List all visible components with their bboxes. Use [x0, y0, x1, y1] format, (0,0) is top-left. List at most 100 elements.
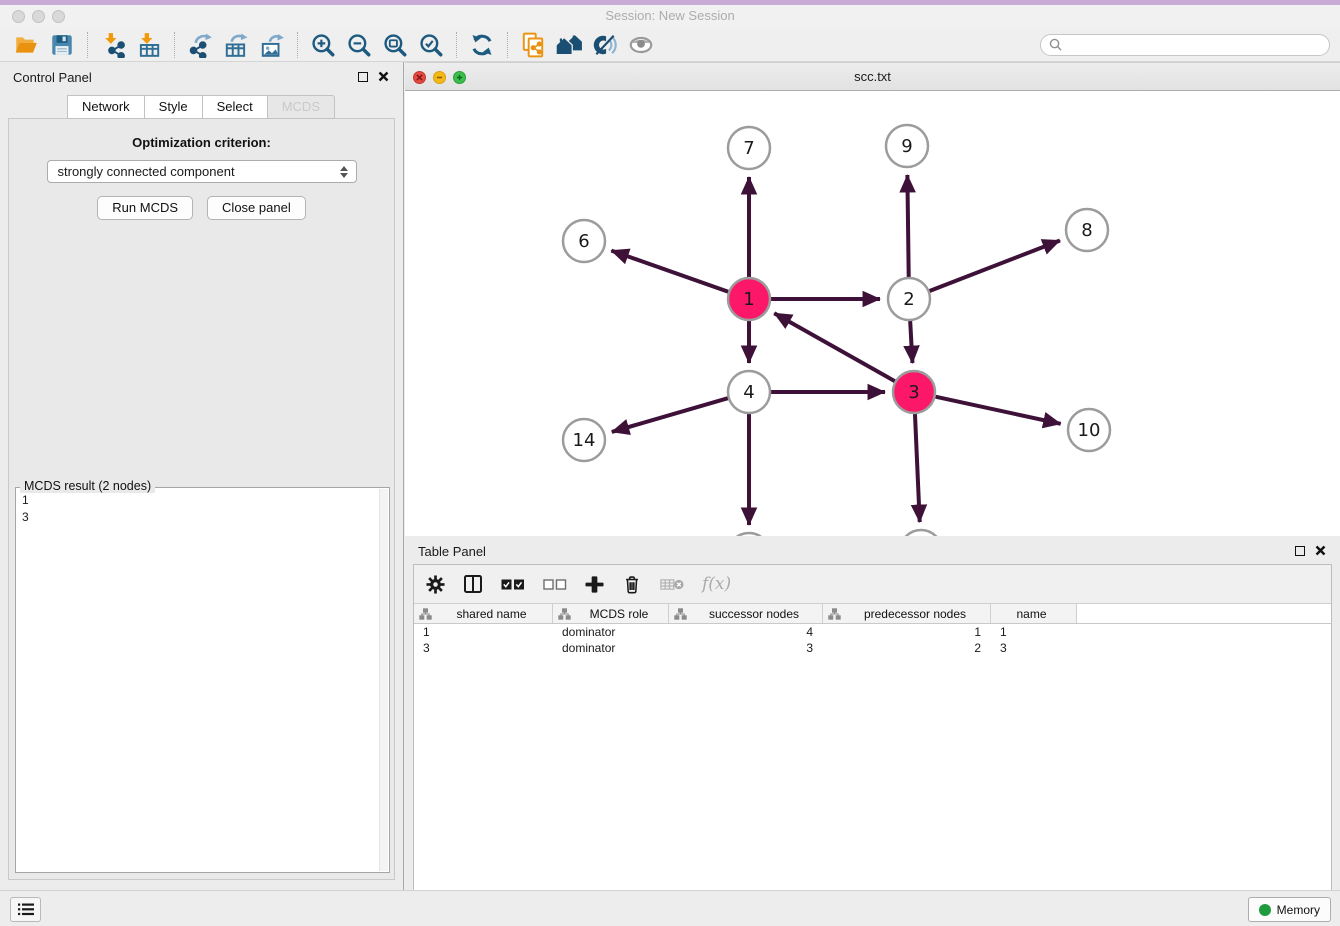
memory-button[interactable]: Memory — [1248, 897, 1331, 922]
export-image-icon[interactable] — [257, 30, 287, 60]
run-mcds-button[interactable]: Run MCDS — [97, 196, 193, 220]
mcds-panel: Optimization criterion: strongly connect… — [8, 118, 395, 880]
svg-text:6: 6 — [578, 231, 589, 252]
export-network-icon[interactable] — [185, 30, 215, 60]
table-cell[interactable]: 4 — [669, 625, 823, 639]
table-panel-title: Table Panel — [418, 544, 486, 559]
titlebar: Session: New Session — [0, 5, 1340, 28]
graph-edge-3-10[interactable] — [935, 397, 1060, 424]
float-panel-icon[interactable] — [1295, 546, 1305, 556]
graph-edge-2-3[interactable] — [910, 321, 912, 363]
table-cell[interactable]: 2 — [823, 641, 991, 655]
graph-edge-1-6[interactable] — [611, 251, 728, 292]
deselect-all-icon[interactable] — [543, 579, 567, 590]
eye-icon[interactable] — [626, 30, 656, 60]
mcds-result-text[interactable]: 1 3 — [17, 490, 378, 871]
column-header-predecessor-nodes[interactable]: predecessor nodes — [823, 604, 991, 623]
open-session-icon[interactable] — [11, 30, 41, 60]
import-network-icon[interactable] — [98, 30, 128, 60]
export-table-icon[interactable] — [221, 30, 251, 60]
graph-node-1[interactable]: 1 — [728, 278, 770, 320]
table-cell[interactable]: 1 — [991, 625, 1077, 639]
column-header-shared-name[interactable]: shared name — [414, 604, 553, 623]
network-window-titlebar[interactable]: scc.txt — [405, 62, 1340, 91]
graph-node-14[interactable]: 14 — [563, 419, 605, 461]
graph-edge-3-1[interactable] — [774, 313, 895, 381]
graph-edge-4-14[interactable] — [612, 398, 728, 432]
close-panel-button[interactable]: Close panel — [207, 196, 306, 220]
search-icon — [1049, 38, 1062, 51]
table-cell[interactable]: 3 — [991, 641, 1077, 655]
table-cell[interactable]: 1 — [414, 625, 553, 639]
column-header-label: predecessor nodes — [844, 607, 990, 621]
graph-node-9[interactable]: 9 — [886, 125, 928, 167]
column-header-successor-nodes[interactable]: successor nodes — [669, 604, 823, 623]
svg-text:1: 1 — [743, 289, 754, 310]
table-cell[interactable]: dominator — [553, 641, 669, 655]
memory-label: Memory — [1277, 903, 1320, 917]
graph-edge-2-9[interactable] — [907, 175, 908, 277]
task-history-button[interactable] — [10, 897, 41, 922]
svg-text:10: 10 — [1078, 420, 1101, 441]
table-cell[interactable]: dominator — [553, 625, 669, 639]
table-cell[interactable]: 3 — [669, 641, 823, 655]
table-row[interactable]: 3dominator323 — [414, 640, 1331, 656]
svg-text:3: 3 — [908, 382, 919, 403]
graph-edge-2-8[interactable] — [930, 240, 1060, 291]
split-columns-icon[interactable] — [463, 574, 483, 594]
table-panel: Table Panel — [405, 536, 1340, 926]
result-scrollbar[interactable] — [379, 489, 388, 871]
toolbar-separator — [507, 32, 508, 58]
network-canvas[interactable]: 7968124314101511 — [405, 92, 1340, 592]
column-header-MCDS-role[interactable]: MCDS role — [553, 604, 669, 623]
toolbar-separator — [456, 32, 457, 58]
optimization-criterion-select[interactable]: strongly connected component — [47, 160, 357, 183]
close-panel-icon[interactable] — [1315, 545, 1326, 556]
table-cell[interactable]: 3 — [414, 641, 553, 655]
node-attribute-icon — [828, 608, 841, 620]
table-row[interactable]: 1dominator411 — [414, 624, 1331, 640]
window-title: Session: New Session — [0, 8, 1340, 23]
refresh-icon[interactable] — [467, 30, 497, 60]
save-session-icon[interactable] — [47, 30, 77, 60]
table-header-row: shared nameMCDS rolesuccessor nodes prede… — [414, 604, 1331, 624]
column-header-name[interactable]: name — [991, 604, 1077, 623]
graph-node-6[interactable]: 6 — [563, 220, 605, 262]
import-table-icon[interactable] — [134, 30, 164, 60]
delete-table-icon[interactable] — [660, 577, 684, 592]
tab-select[interactable]: Select — [202, 95, 268, 119]
gear-icon[interactable] — [426, 575, 445, 594]
graph-node-8[interactable]: 8 — [1066, 209, 1108, 251]
function-icon[interactable]: f(x) — [702, 574, 731, 594]
table-cell[interactable]: 1 — [823, 625, 991, 639]
add-row-icon[interactable] — [585, 575, 604, 594]
home-icon[interactable] — [554, 30, 584, 60]
search-input[interactable] — [1067, 38, 1321, 52]
graph-node-7[interactable]: 7 — [728, 127, 770, 169]
toolbar-separator — [87, 32, 88, 58]
zoom-fit-icon[interactable] — [380, 30, 410, 60]
svg-text:14: 14 — [573, 430, 596, 451]
graph-node-10[interactable]: 10 — [1068, 409, 1110, 451]
graph-node-4[interactable]: 4 — [728, 371, 770, 413]
graphics-details-icon[interactable] — [590, 30, 620, 60]
zoom-selected-icon[interactable] — [416, 30, 446, 60]
delete-row-icon[interactable] — [622, 574, 642, 595]
tab-style[interactable]: Style — [144, 95, 203, 119]
zoom-out-icon[interactable] — [344, 30, 374, 60]
network-file-icon[interactable] — [518, 30, 548, 60]
close-panel-icon[interactable] — [378, 71, 389, 82]
graph-node-2[interactable]: 2 — [888, 278, 930, 320]
selected-option: strongly connected component — [58, 164, 340, 179]
node-attribute-icon — [419, 608, 432, 620]
graph-edge-3-11[interactable] — [915, 414, 920, 522]
main-toolbar — [0, 28, 1340, 62]
select-all-icon[interactable] — [501, 579, 525, 590]
search-box[interactable] — [1040, 34, 1330, 56]
tab-network[interactable]: Network — [67, 95, 145, 119]
zoom-in-icon[interactable] — [308, 30, 338, 60]
graph-node-3[interactable]: 3 — [893, 371, 935, 413]
svg-text:2: 2 — [903, 289, 914, 310]
float-panel-icon[interactable] — [358, 72, 368, 82]
tab-mcds[interactable]: MCDS — [267, 95, 335, 119]
